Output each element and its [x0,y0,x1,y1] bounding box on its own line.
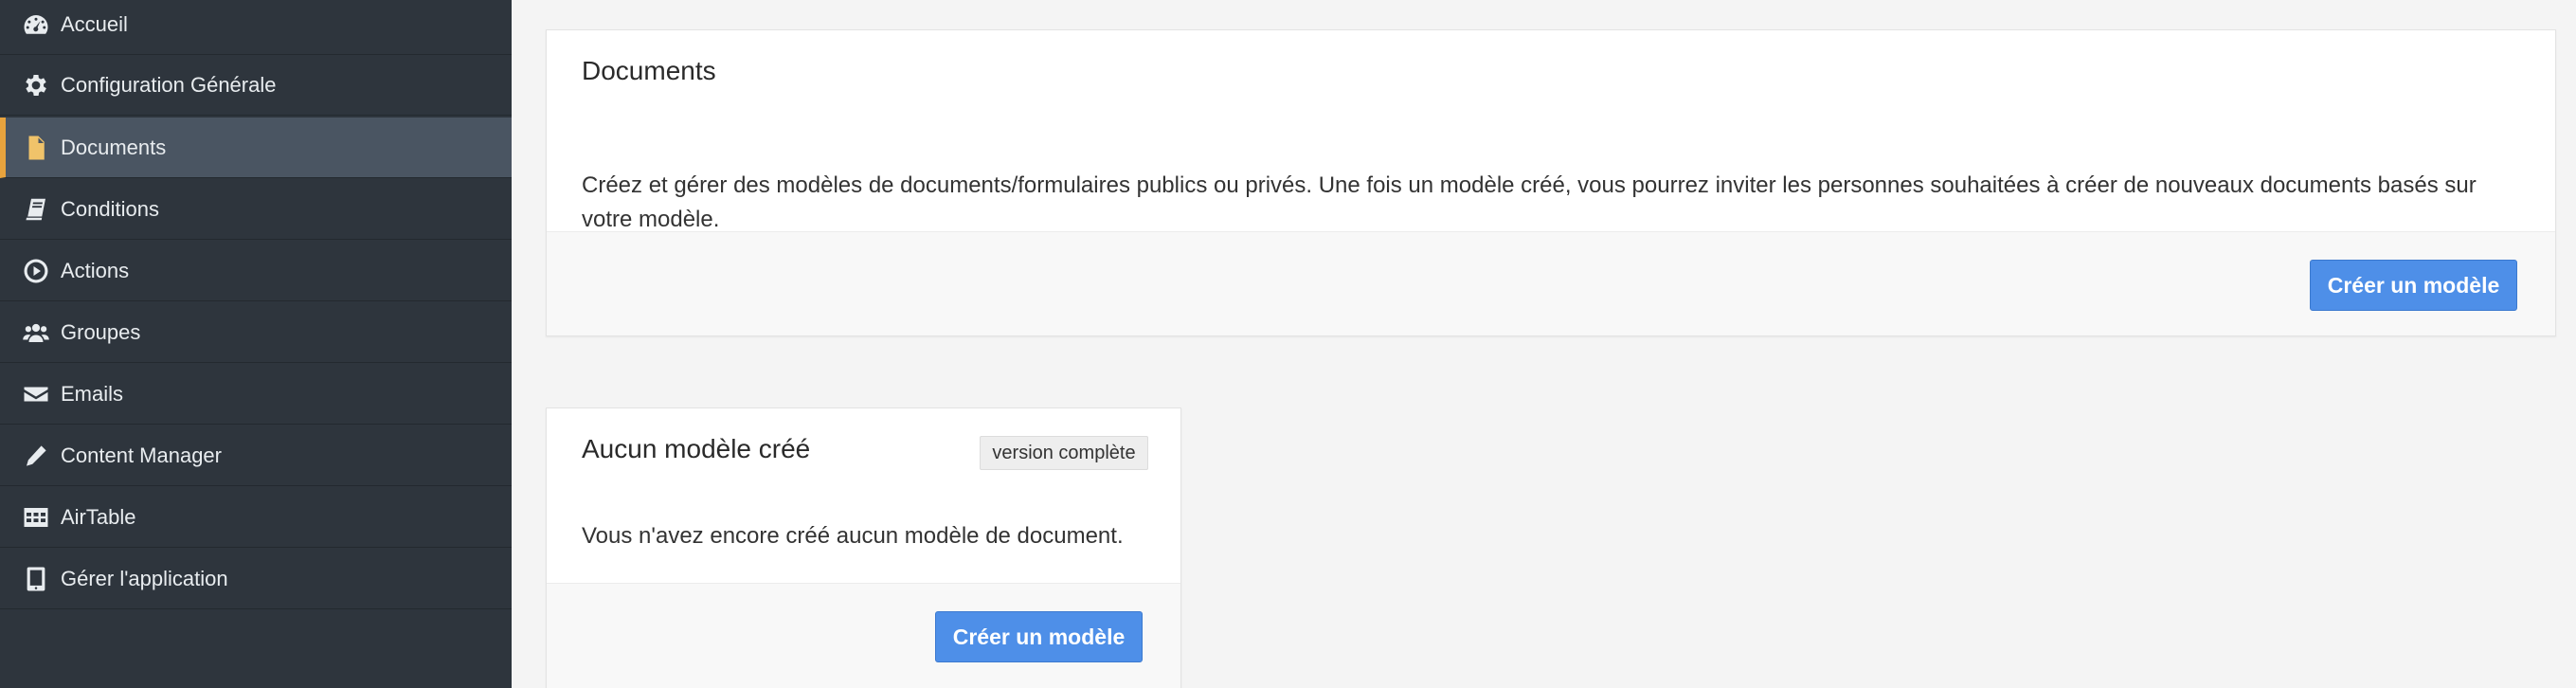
sidebar-item-label: AirTable [61,504,136,529]
version-badge: version complète [980,436,1148,470]
sidebar-item-content-manager[interactable]: Content Manager [0,425,512,486]
sidebar-item-emails[interactable]: Emails [0,364,512,425]
table-icon [17,498,55,536]
sidebar-item-label: Accueil [61,11,128,36]
sidebar-item-label: Actions [61,258,130,282]
empty-templates-card: Aucun modèle créé version complète Vous … [546,407,1181,688]
document-icon [17,129,55,167]
sidebar-item-label: Conditions [61,196,159,221]
empty-card-title: Aucun modèle créé [582,434,811,463]
sidebar-item-label: Gérer l'application [61,566,228,590]
users-icon [17,314,55,352]
sidebar-item-label: Content Manager [61,443,222,467]
card-footer: Créer un modèle [547,231,2555,335]
sidebar-item-documents[interactable]: Documents [0,118,512,178]
sidebar-item-actions[interactable]: Actions [0,241,512,301]
card-footer: Créer un modèle [547,583,1180,688]
sidebar: Accueil Configuration Générale Documents… [0,0,512,688]
sidebar-item-label: Configuration Générale [61,72,277,97]
empty-card-message: Vous n'avez encore créé aucun modèle de … [582,523,1124,549]
page-title: Documents [582,56,716,85]
play-circle-icon [17,252,55,290]
book-icon [17,190,55,228]
envelope-icon [17,375,55,413]
sidebar-item-label: Documents [61,135,167,159]
documents-description: Créez et gérer des modèles de documents/… [582,172,2477,232]
sidebar-item-accueil[interactable]: Accueil [0,0,512,55]
sidebar-item-groupes[interactable]: Groupes [0,302,512,363]
sidebar-item-configuration[interactable]: Configuration Générale [0,55,512,116]
sidebar-item-label: Groupes [61,319,141,344]
sidebar-item-label: Emails [61,381,124,406]
tablet-icon [17,560,55,598]
create-template-button[interactable]: Créer un modèle [2310,260,2517,311]
sidebar-item-conditions[interactable]: Conditions [0,179,512,240]
documents-card: Documents Créez et gérer des modèles de … [546,29,2556,336]
sidebar-item-airtable[interactable]: AirTable [0,487,512,548]
gear-icon [17,66,55,104]
create-template-button[interactable]: Créer un modèle [935,611,1143,662]
dashboard-icon [17,6,55,44]
pencil-icon [17,437,55,475]
sidebar-item-gerer-application[interactable]: Gérer l'application [0,549,512,609]
